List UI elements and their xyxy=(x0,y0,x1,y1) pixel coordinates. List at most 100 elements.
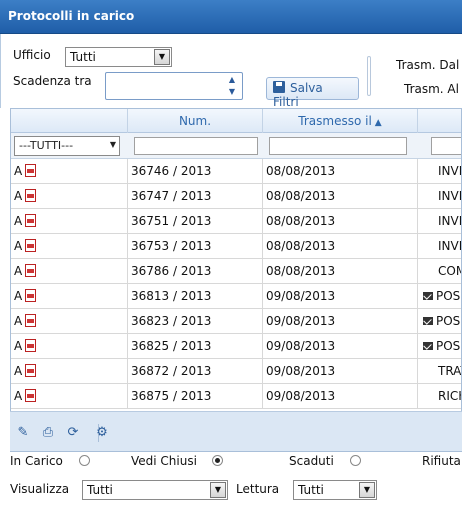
cell-oggetto: INVI xyxy=(418,184,461,208)
visualizza-value: Tutti xyxy=(87,483,113,497)
grid-filter-row: ---TUTTI--- ▼ xyxy=(11,133,461,159)
radio-vedi-chiusi[interactable]: Vedi Chiusi xyxy=(131,454,223,472)
cell-num: 36746 / 2013 xyxy=(128,159,263,183)
trasmesso-filter-input[interactable] xyxy=(269,137,407,155)
table-row[interactable]: A 36813 / 2013 09/08/2013 POS xyxy=(11,284,461,309)
cell-trasmesso: 09/08/2013 xyxy=(263,359,418,383)
table-row[interactable]: A 36786 / 2013 08/08/2013 COM xyxy=(11,259,461,284)
cell-text: 08/08/2013 xyxy=(266,264,336,278)
cell-tipo: A xyxy=(11,209,128,233)
pdf-icon[interactable] xyxy=(25,264,37,277)
table-row[interactable]: A 36751 / 2013 08/08/2013 INVI xyxy=(11,209,461,234)
chevron-down-icon: ▼ xyxy=(359,482,375,498)
table-row[interactable]: A 36823 / 2013 09/08/2013 POS xyxy=(11,309,461,334)
cell-text: A xyxy=(14,214,23,228)
cell-text: A xyxy=(14,189,23,203)
cell-tipo: A xyxy=(11,359,128,383)
cell-text: 08/08/2013 xyxy=(266,214,336,228)
cell-text: 36747 / 2013 xyxy=(131,189,212,203)
cell-text: 36753 / 2013 xyxy=(131,239,212,253)
pdf-icon[interactable] xyxy=(25,214,37,227)
cell-trasmesso: 08/08/2013 xyxy=(263,234,418,258)
pencil-icon[interactable]: ✎ xyxy=(16,426,30,440)
pdf-icon[interactable] xyxy=(25,189,37,202)
cell-oggetto: POS xyxy=(418,284,461,308)
visualizza-label: Visualizza xyxy=(10,482,70,496)
floppy-icon xyxy=(273,81,285,93)
column-header-trasmesso[interactable]: Trasmesso il ▲ xyxy=(263,109,418,133)
spin-down-icon[interactable]: ▼ xyxy=(224,86,240,98)
panel-header: Protocolli in carico xyxy=(0,0,462,34)
table-row[interactable]: A 36753 / 2013 08/08/2013 INVI xyxy=(11,234,461,259)
cell-text: POS xyxy=(436,314,461,328)
gear-icon[interactable]: ⚙ xyxy=(95,426,109,440)
pdf-icon[interactable] xyxy=(25,389,37,402)
cell-num: 36825 / 2013 xyxy=(128,334,263,358)
lettura-select[interactable]: Tutti ▼ xyxy=(293,480,377,500)
vedi-chiusi-radio[interactable] xyxy=(211,455,223,466)
num-filter-input[interactable] xyxy=(134,137,258,155)
cell-trasmesso: 09/08/2013 xyxy=(263,384,418,408)
cell-trasmesso: 08/08/2013 xyxy=(263,209,418,233)
chevron-down-icon: ▼ xyxy=(210,482,226,498)
chevron-down-icon: ▼ xyxy=(109,140,116,149)
cell-tipo: A xyxy=(11,284,128,308)
in-carico-radio[interactable] xyxy=(78,455,90,466)
cell-num: 36872 / 2013 xyxy=(128,359,263,383)
radio-scaduti[interactable]: Scaduti xyxy=(289,454,361,472)
oggetto-filter-input[interactable] xyxy=(431,137,461,155)
pdf-icon[interactable] xyxy=(25,289,37,302)
scadenza-spinner[interactable]: ▲ ▼ xyxy=(105,72,243,100)
cell-tipo: A xyxy=(11,234,128,258)
cell-text: 36823 / 2013 xyxy=(131,314,212,328)
cell-num: 36753 / 2013 xyxy=(128,234,263,258)
cell-oggetto: INVI xyxy=(418,209,461,233)
cell-text: INVI xyxy=(438,164,462,178)
table-row[interactable]: A 36746 / 2013 08/08/2013 INVI xyxy=(11,159,462,184)
table-row[interactable]: A 36872 / 2013 09/08/2013 TRAT xyxy=(11,359,461,384)
cell-text: A xyxy=(14,164,23,178)
spin-up-icon[interactable]: ▲ xyxy=(224,74,240,86)
cell-tipo: A xyxy=(11,309,128,333)
pdf-icon[interactable] xyxy=(25,364,37,377)
cell-num: 36823 / 2013 xyxy=(128,309,263,333)
cell-num: 36751 / 2013 xyxy=(128,209,263,233)
cell-oggetto: INVI xyxy=(418,159,462,183)
trasm-al-label: Trasm. Al xyxy=(404,82,459,96)
cell-trasmesso: 08/08/2013 xyxy=(263,184,418,208)
cell-text: 36746 / 2013 xyxy=(131,164,212,178)
print-icon[interactable]: ⎙ xyxy=(41,426,55,440)
cell-text: A xyxy=(14,239,23,253)
cell-trasmesso: 08/08/2013 xyxy=(263,159,418,183)
refresh-icon[interactable]: ⟳ xyxy=(66,426,80,440)
radio-rifiutati[interactable]: Rifiuta xyxy=(422,454,461,472)
pdf-icon[interactable] xyxy=(25,239,37,252)
ufficio-select[interactable]: Tutti ▼ xyxy=(65,47,172,67)
cell-text: A xyxy=(14,389,23,403)
pdf-icon[interactable] xyxy=(25,314,37,327)
scadenza-label: Scadenza tra xyxy=(13,74,92,88)
cell-oggetto: RICH xyxy=(418,384,461,408)
rifiutati-label: Rifiuta xyxy=(422,454,461,468)
tipo-filter-select[interactable]: ---TUTTI--- ▼ xyxy=(14,136,120,156)
cell-text: POS xyxy=(436,339,461,353)
column-header-oggetto[interactable] xyxy=(418,109,461,133)
pdf-icon[interactable] xyxy=(25,164,37,177)
pdf-icon[interactable] xyxy=(25,339,37,352)
column-header-tipo[interactable] xyxy=(11,109,128,133)
scaduti-radio[interactable] xyxy=(349,455,361,466)
table-row[interactable]: A 36747 / 2013 08/08/2013 INVI xyxy=(11,184,461,209)
cell-text: 08/08/2013 xyxy=(266,189,336,203)
cell-text: 09/08/2013 xyxy=(266,364,336,378)
cell-text: 36875 / 2013 xyxy=(131,389,212,403)
splitter-handle[interactable] xyxy=(367,56,371,96)
cell-text: TRAT xyxy=(438,364,461,378)
lettura-label: Lettura xyxy=(236,482,280,496)
visualizza-select[interactable]: Tutti ▼ xyxy=(82,480,228,500)
cell-text: 36872 / 2013 xyxy=(131,364,212,378)
table-row[interactable]: A 36875 / 2013 09/08/2013 RICH xyxy=(11,384,461,409)
column-header-num[interactable]: Num. xyxy=(128,109,263,133)
table-row[interactable]: A 36825 / 2013 09/08/2013 POS xyxy=(11,334,461,359)
radio-in-carico[interactable]: In Carico xyxy=(10,454,90,472)
salva-filtri-button[interactable]: Salva Filtri xyxy=(266,77,359,109)
